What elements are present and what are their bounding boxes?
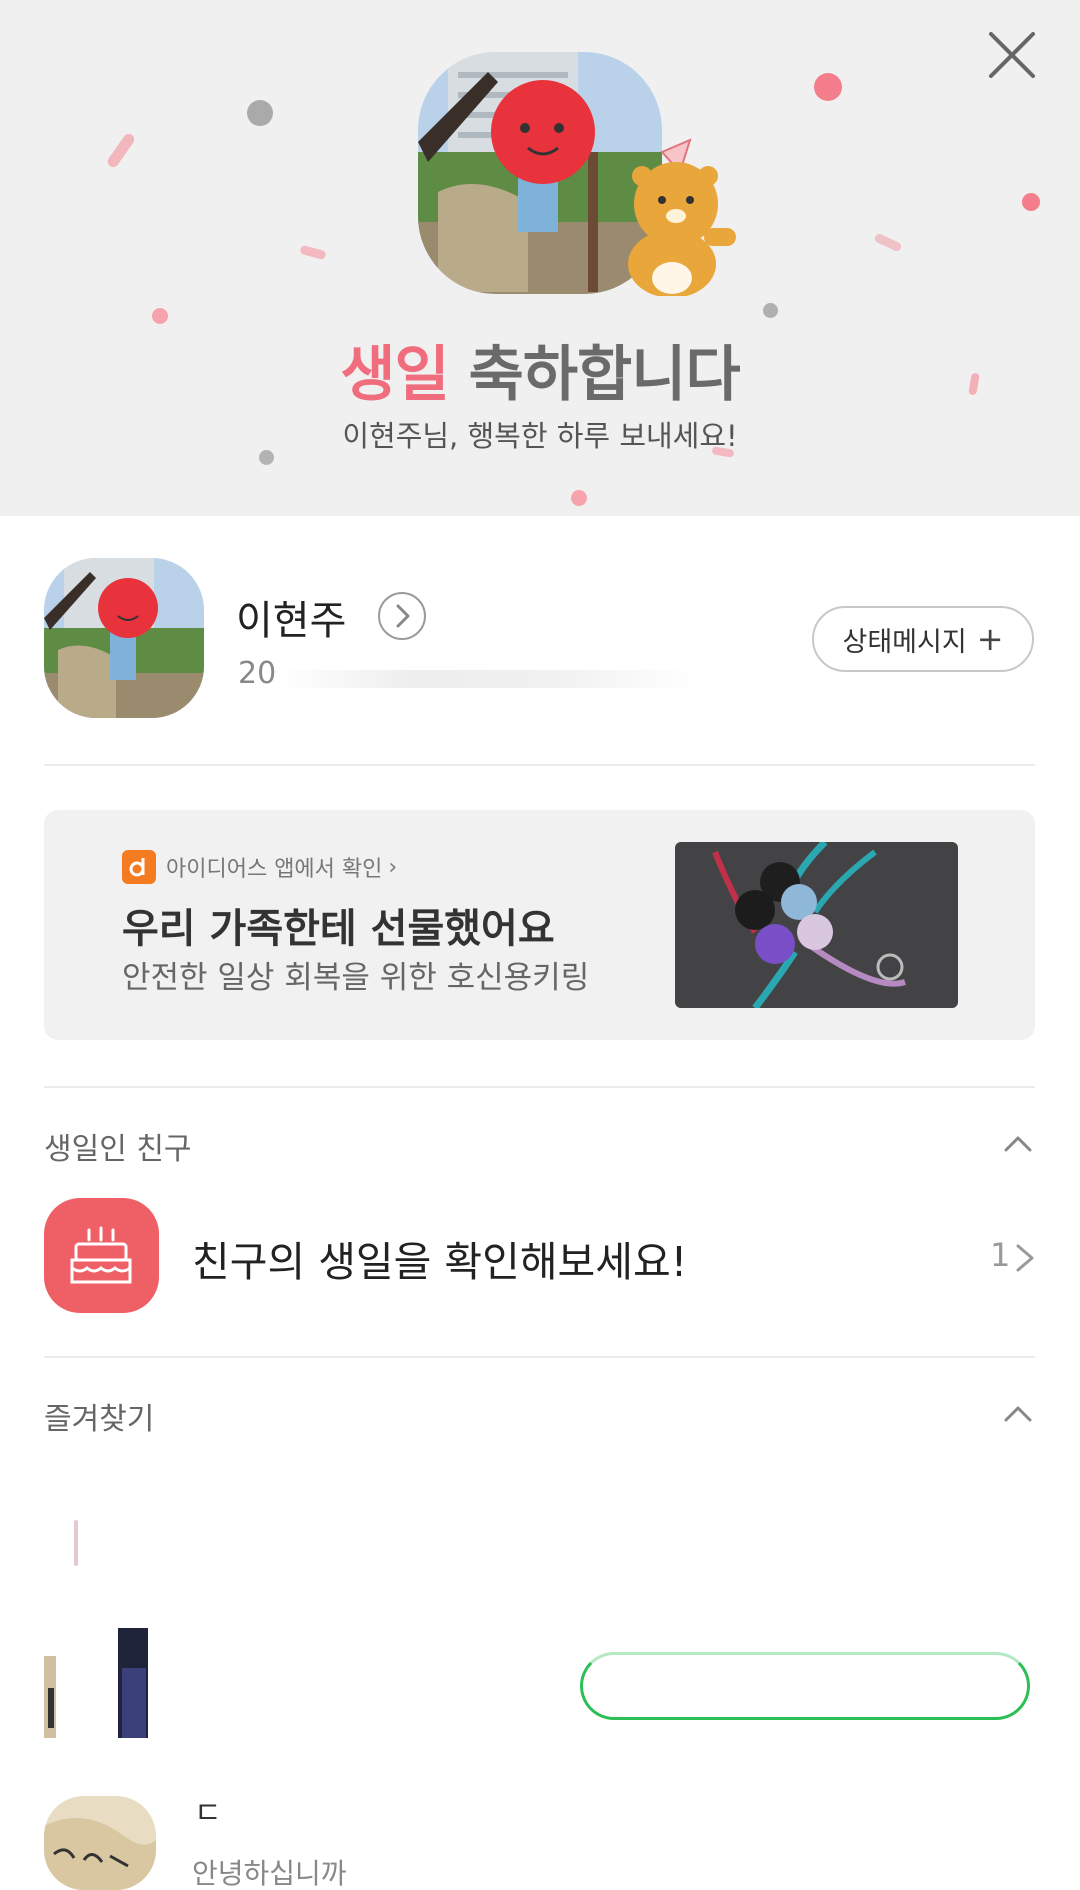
confetti — [299, 244, 327, 261]
plus-icon: + — [976, 620, 1004, 658]
close-button[interactable] — [985, 28, 1039, 82]
profile-status-redacted — [278, 670, 698, 688]
birthday-title: 생일 축하합니다 — [0, 326, 1080, 413]
divider — [44, 764, 1035, 766]
chevron-up-icon — [1004, 1406, 1032, 1422]
divider — [44, 1356, 1035, 1358]
avatar[interactable] — [44, 1796, 156, 1890]
birthday-banner: 생일 축하합니다 이현주님, 행복한 하루 보내세요! — [0, 0, 1080, 516]
confetti — [571, 490, 587, 506]
birthday-more-button[interactable] — [1010, 1238, 1042, 1278]
divider — [44, 1086, 1035, 1088]
birthday-count: 1 — [990, 1236, 1011, 1274]
section-birthday-friends-label: 생일인 친구 — [44, 1132, 192, 1167]
confetti — [814, 73, 842, 101]
chevron-right-icon — [396, 604, 410, 628]
collapse-birthday-button[interactable] — [1000, 1126, 1036, 1162]
collapse-favorites-button[interactable] — [1000, 1396, 1036, 1432]
profile-status-text: 20 — [238, 656, 277, 691]
favorite-subtitle: 안녕하십니까 — [192, 1857, 347, 1890]
avatar[interactable] — [44, 558, 204, 718]
chevron-up-icon — [1004, 1136, 1032, 1152]
profile-detail-button[interactable] — [378, 592, 426, 640]
favorite-item[interactable] — [44, 1468, 1035, 1578]
close-icon — [989, 32, 1035, 78]
chevron-right-icon — [1016, 1244, 1034, 1272]
favorite-name: ㄷ — [194, 1796, 222, 1831]
status-message-label: 상태메시지 — [842, 626, 967, 658]
confetti — [1022, 193, 1040, 211]
ad-banner[interactable]: 아이디어스 앱에서 확인 › 우리 가족한테 선물했어요 안전한 일상 회복을 … — [44, 810, 1035, 1040]
confetti — [873, 232, 903, 253]
section-favorites-label: 즐겨찾기 — [44, 1402, 155, 1437]
ad-title: 우리 가족한테 선물했어요 — [122, 906, 555, 952]
ad-source[interactable]: 아이디어스 앱에서 확인 › — [122, 850, 397, 884]
avatar[interactable] — [44, 1628, 154, 1738]
birthday-title-rest: 축하합니다 — [468, 340, 741, 410]
profile-name[interactable]: 이현주 — [236, 588, 346, 646]
confetti — [105, 131, 137, 170]
avatar — [74, 1520, 78, 1566]
birthday-title-highlight: 생일 — [340, 340, 449, 410]
ryan-character-icon — [612, 132, 742, 298]
ad-product-image — [675, 842, 958, 1008]
music-profile-button[interactable] — [580, 1652, 1030, 1720]
chevron-right-icon: › — [388, 854, 398, 880]
status-message-button[interactable]: 상태메시지 + — [812, 606, 1034, 672]
ad-description: 안전한 일상 회복을 위한 호신용키링 — [122, 960, 590, 996]
birthday-cake-icon[interactable] — [44, 1198, 159, 1313]
confetti — [247, 100, 273, 126]
ad-source-label: 아이디어스 앱에서 확인 — [166, 857, 383, 882]
idus-logo-icon — [122, 850, 156, 884]
confetti — [152, 308, 168, 324]
confetti — [763, 303, 778, 318]
birthday-subtitle: 이현주님, 행복한 하루 보내세요! — [342, 419, 738, 453]
birthday-friends-item[interactable]: 친구의 생일을 확인해보세요! — [192, 1228, 687, 1288]
